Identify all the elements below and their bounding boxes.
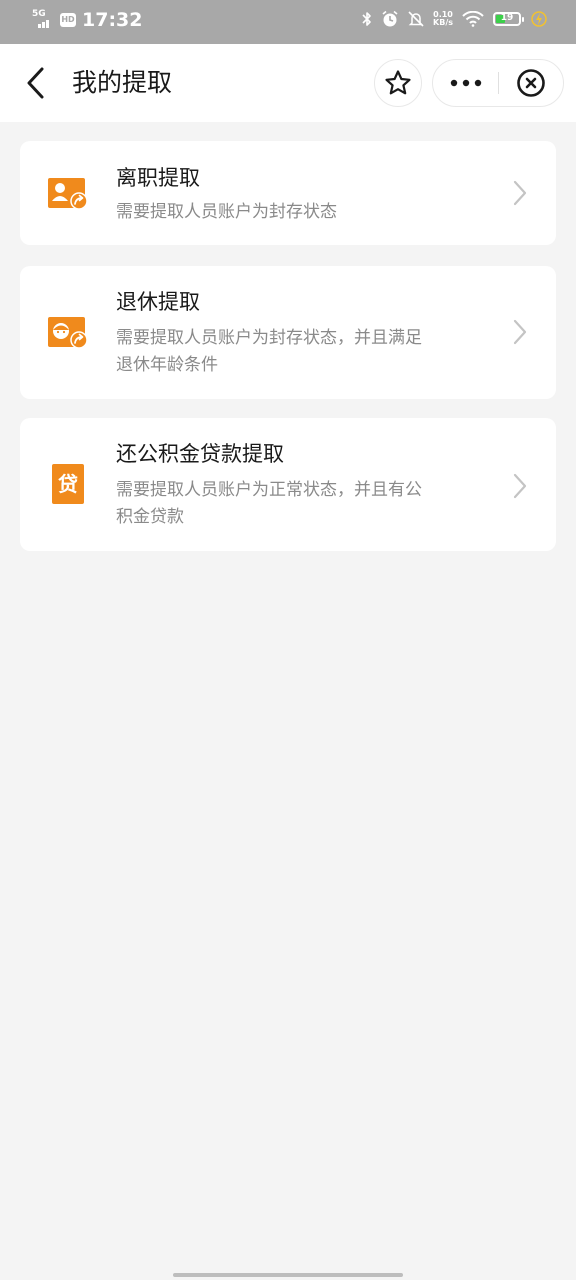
close-circle-icon bbox=[517, 69, 545, 97]
clock: 17:32 bbox=[82, 9, 143, 31]
nav-bar: 我的提取 bbox=[0, 44, 576, 122]
item-description: 需要提取人员账户为封存状态，并且满足退休年龄条件 bbox=[116, 328, 422, 375]
chevron-right-icon bbox=[513, 180, 527, 206]
wifi-icon bbox=[462, 11, 484, 27]
retire-icon bbox=[48, 317, 88, 349]
bluetooth-icon bbox=[362, 12, 371, 26]
star-icon bbox=[385, 70, 411, 95]
mini-program-capsule bbox=[432, 59, 564, 107]
hd-badge: HD bbox=[60, 13, 76, 27]
list-item-resign-withdrawal[interactable]: 离职提取 需要提取人员账户为封存状态 bbox=[20, 141, 556, 245]
chevron-right-icon bbox=[513, 319, 527, 345]
chevron-left-icon bbox=[27, 67, 44, 99]
alarm-icon bbox=[382, 10, 398, 27]
page-title: 我的提取 bbox=[72, 68, 173, 97]
battery-indicator: 19 bbox=[493, 12, 524, 26]
favorite-button[interactable] bbox=[374, 59, 422, 107]
loan-icon-glyph: 贷 bbox=[58, 472, 78, 496]
item-description: 需要提取人员账户为封存状态 bbox=[116, 202, 337, 222]
more-dots-icon bbox=[450, 79, 481, 87]
item-title: 还公积金贷款提取 bbox=[116, 442, 284, 466]
back-button[interactable] bbox=[22, 65, 52, 101]
close-button[interactable] bbox=[499, 60, 563, 106]
list-item-loan-repayment-withdrawal[interactable]: 贷 还公积金贷款提取 需要提取人员账户为正常状态，并且有公积金贷款 bbox=[20, 418, 556, 551]
loan-icon: 贷 bbox=[52, 464, 84, 504]
mute-icon bbox=[408, 11, 424, 27]
charging-icon bbox=[531, 11, 547, 27]
more-button[interactable] bbox=[433, 60, 498, 106]
battery-level: 19 bbox=[500, 13, 514, 23]
list-item-retirement-withdrawal[interactable]: 退休提取 需要提取人员账户为封存状态，并且满足退休年龄条件 bbox=[20, 266, 556, 399]
network-speed: 0.10 KB/s bbox=[433, 10, 453, 27]
item-title: 退休提取 bbox=[116, 290, 200, 314]
network-type: 5G bbox=[32, 9, 46, 19]
resign-icon bbox=[48, 178, 88, 210]
status-bar: 5G HD 17:32 0.10 KB/s 19 bbox=[0, 0, 576, 44]
item-title: 离职提取 bbox=[116, 166, 200, 190]
chevron-right-icon bbox=[513, 473, 527, 499]
home-indicator[interactable] bbox=[173, 1273, 403, 1277]
item-description: 需要提取人员账户为正常状态，并且有公积金贷款 bbox=[116, 480, 422, 527]
network-signal-icon: 5G bbox=[32, 8, 54, 32]
